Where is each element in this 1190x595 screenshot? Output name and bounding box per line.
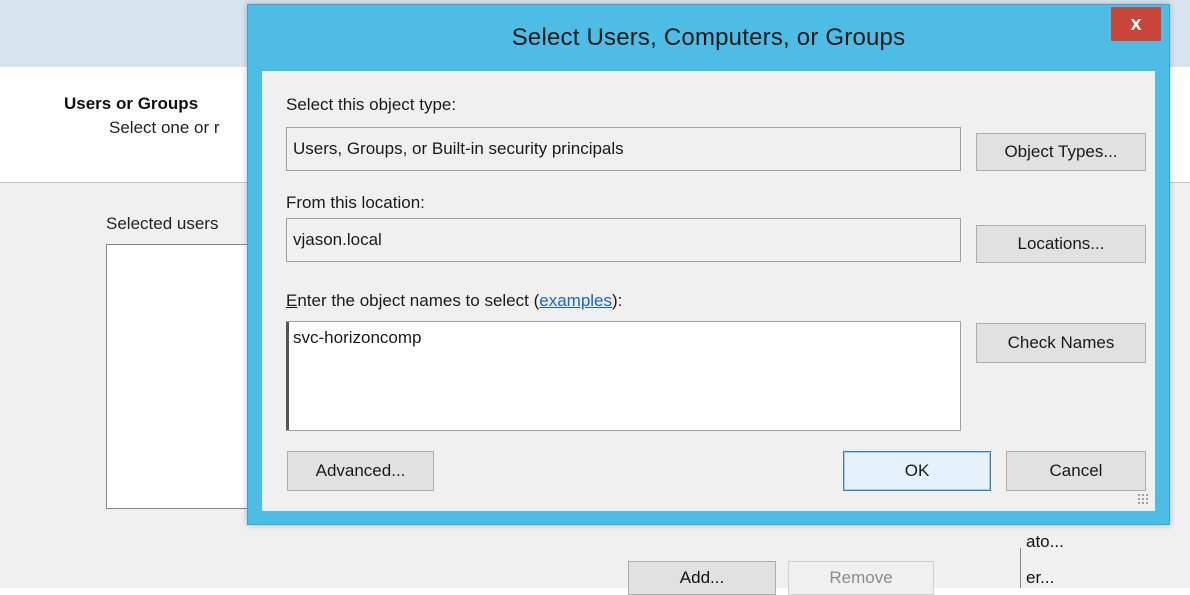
add-button[interactable]: Add...	[628, 561, 776, 595]
background-right-item[interactable]: ato...	[1026, 532, 1064, 552]
location-field: vjason.local	[286, 218, 961, 262]
background-right-item[interactable]: er...	[1026, 568, 1054, 588]
object-type-field: Users, Groups, or Built-in security prin…	[286, 127, 961, 171]
locations-button[interactable]: Locations...	[976, 225, 1146, 263]
advanced-button[interactable]: Advanced...	[287, 451, 434, 491]
object-names-label-end: ):	[612, 291, 623, 310]
dialog-client-area: Select this object type: Users, Groups, …	[262, 71, 1155, 511]
select-users-dialog: Select Users, Computers, or Groups x Sel…	[247, 4, 1170, 525]
background-divider	[1020, 548, 1021, 588]
ok-button[interactable]: OK	[843, 451, 991, 491]
cancel-button[interactable]: Cancel	[1006, 451, 1146, 491]
input-border-accent	[286, 322, 289, 430]
background-page-subtitle: Select one or r	[109, 118, 220, 137]
check-names-button[interactable]: Check Names	[976, 323, 1146, 363]
object-type-value: Users, Groups, or Built-in security prin…	[293, 139, 624, 158]
object-types-button[interactable]: Object Types...	[976, 133, 1146, 171]
object-names-label: Enter the object names to select (exampl…	[286, 291, 622, 311]
location-value: vjason.local	[293, 230, 382, 249]
object-names-label-accesskey: E	[286, 291, 298, 310]
background-page-title: Users or Groups	[64, 94, 199, 113]
selected-users-label: Selected users	[106, 214, 219, 233]
close-icon: x	[1130, 12, 1142, 35]
close-button[interactable]: x	[1111, 7, 1161, 41]
object-names-value: svc-horizoncomp	[293, 328, 422, 347]
location-label: From this location:	[286, 193, 425, 212]
remove-button[interactable]: Remove	[788, 561, 934, 595]
dialog-title: Select Users, Computers, or Groups	[511, 24, 906, 51]
examples-link[interactable]: examples	[539, 291, 612, 310]
resize-grip-icon[interactable]	[1137, 493, 1149, 505]
object-type-label: Select this object type:	[286, 95, 457, 114]
object-names-label-text: nter the object names to select (	[297, 291, 540, 310]
object-names-input[interactable]: svc-horizoncomp	[286, 321, 961, 431]
